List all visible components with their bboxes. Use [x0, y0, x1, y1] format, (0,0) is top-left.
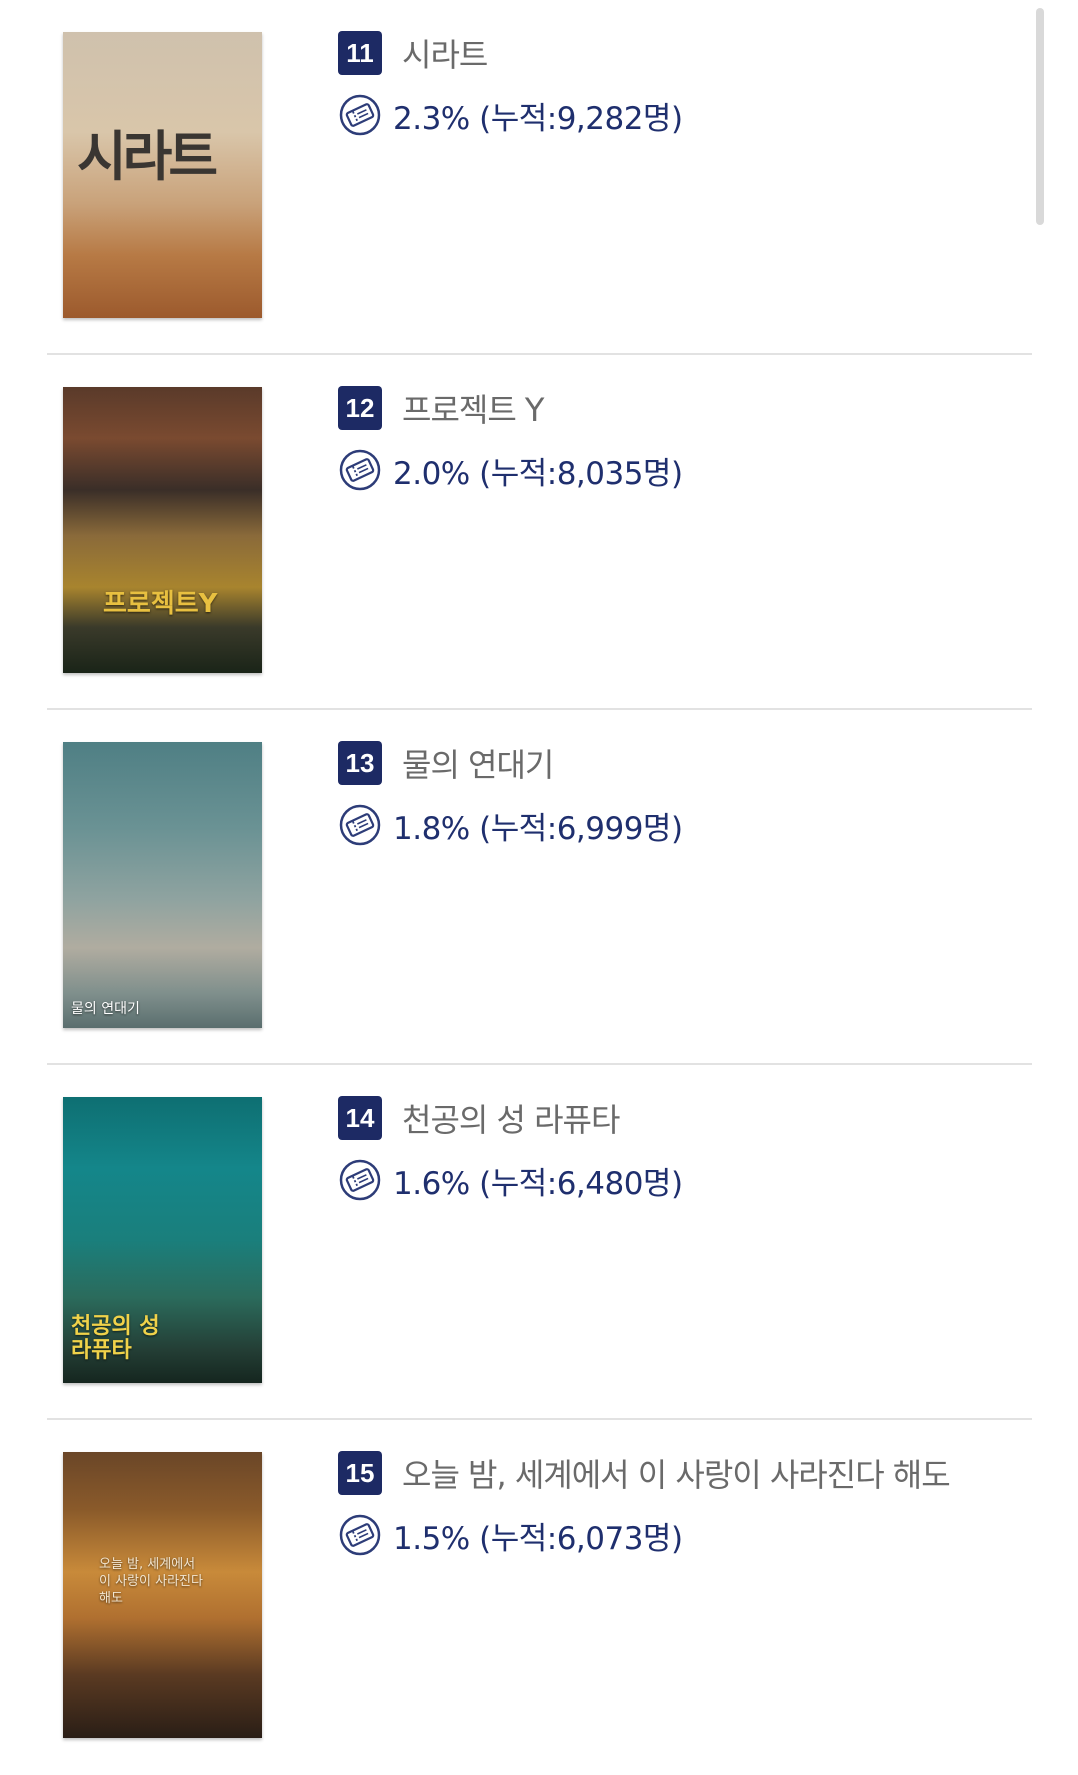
movie-poster[interactable]: 프로젝트Y: [63, 387, 262, 673]
movie-poster[interactable]: 물의 연대기: [63, 742, 262, 1028]
ticket-icon: [339, 1159, 381, 1201]
movie-item[interactable]: 프로젝트Y 12 프로젝트 Y 2.0% (누적:8,035명): [47, 355, 1032, 710]
poster-title-text: 프로젝트Y: [103, 589, 218, 619]
poster-title-text: 물의 연대기: [71, 1001, 140, 1017]
audience-share-stat: 1.8% (누적:6,999명): [393, 810, 683, 847]
ticket-icon: [339, 1514, 381, 1556]
movie-poster[interactable]: 천공의 성 라퓨타: [63, 1097, 262, 1383]
movie-title[interactable]: 물의 연대기: [402, 740, 554, 786]
title-row: 12 프로젝트 Y: [338, 385, 1032, 431]
movie-poster[interactable]: 시라트: [63, 32, 262, 318]
rank-badge: 12: [338, 386, 382, 430]
movie-poster[interactable]: 오늘 밤, 세계에서 이 사랑이 사라진다 해도: [63, 1452, 262, 1738]
movie-title[interactable]: 오늘 밤, 세계에서 이 사랑이 사라진다 해도: [402, 1450, 951, 1496]
movie-info: 13 물의 연대기 1.8% (누적:6,999명): [338, 740, 1032, 848]
stat-row: 2.0% (누적:8,035명): [338, 447, 1032, 493]
title-row: 11 시라트: [338, 30, 1032, 76]
ticket-icon: [339, 449, 381, 491]
audience-share-stat: 1.6% (누적:6,480명): [393, 1165, 683, 1202]
poster-title-text: 오늘 밤, 세계에서 이 사랑이 사라진다 해도: [99, 1557, 203, 1606]
audience-share-stat: 2.3% (누적:9,282명): [393, 100, 683, 137]
stat-row: 1.5% (누적:6,073명): [338, 1512, 1032, 1558]
movie-item[interactable]: 오늘 밤, 세계에서 이 사랑이 사라진다 해도 15 오늘 밤, 세계에서 이…: [47, 1420, 1032, 1775]
poster-title-text: 시라트: [77, 125, 218, 188]
rank-badge: 13: [338, 741, 382, 785]
movie-item[interactable]: 천공의 성 라퓨타 14 천공의 성 라퓨타 1.6% (누적:6,480명): [47, 1065, 1032, 1420]
movie-item[interactable]: 시라트 11 시라트 2.3% (누적:9,282명): [47, 0, 1032, 355]
scrollbar[interactable]: [1036, 8, 1044, 225]
rank-badge: 15: [338, 1451, 382, 1495]
movie-info: 15 오늘 밤, 세계에서 이 사랑이 사라진다 해도 1.5% (누적:6,0…: [338, 1450, 1032, 1558]
poster-title-text: 천공의 성 라퓨타: [71, 1314, 160, 1363]
audience-share-stat: 1.5% (누적:6,073명): [393, 1520, 683, 1557]
movie-title[interactable]: 프로젝트 Y: [402, 385, 544, 431]
title-row: 13 물의 연대기: [338, 740, 1032, 786]
movie-item[interactable]: 물의 연대기 13 물의 연대기 1.8% (누적:6,999명): [47, 710, 1032, 1065]
movie-title[interactable]: 시라트: [402, 30, 488, 76]
title-row: 14 천공의 성 라퓨타: [338, 1095, 1032, 1141]
stat-row: 1.8% (누적:6,999명): [338, 802, 1032, 848]
movie-info: 12 프로젝트 Y 2.0% (누적:8,035명): [338, 385, 1032, 493]
audience-share-stat: 2.0% (누적:8,035명): [393, 455, 683, 492]
movie-info: 11 시라트 2.3% (누적:9,282명): [338, 30, 1032, 138]
movie-info: 14 천공의 성 라퓨타 1.6% (누적:6,480명): [338, 1095, 1032, 1203]
title-row: 15 오늘 밤, 세계에서 이 사랑이 사라진다 해도: [338, 1450, 1032, 1496]
rank-badge: 14: [338, 1096, 382, 1140]
movie-title[interactable]: 천공의 성 라퓨타: [402, 1095, 620, 1141]
stat-row: 1.6% (누적:6,480명): [338, 1157, 1032, 1203]
box-office-list: 시라트 11 시라트 2.3% (누적:9,282명) 프로젝트Y 12 프로젝…: [47, 0, 1032, 1775]
rank-badge: 11: [338, 31, 382, 75]
stat-row: 2.3% (누적:9,282명): [338, 92, 1032, 138]
ticket-icon: [339, 804, 381, 846]
ticket-icon: [339, 94, 381, 136]
